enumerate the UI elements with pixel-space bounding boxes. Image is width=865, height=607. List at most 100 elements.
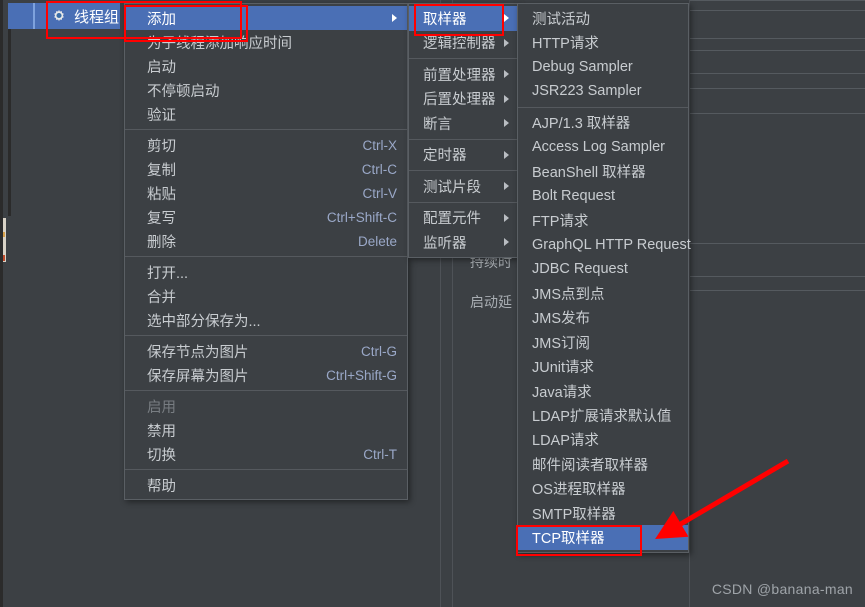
menu-item[interactable]: 前置处理器 [409, 62, 517, 87]
menu-item-label: 验证 [147, 107, 176, 124]
menu-item[interactable]: 断言 [409, 111, 517, 136]
menu-item[interactable]: Access Log Sampler [518, 135, 688, 159]
menu-item[interactable]: Bolt Request [518, 184, 688, 208]
chevron-right-icon [504, 119, 509, 128]
menu-item[interactable]: 删除 Delete [125, 229, 407, 253]
menu-item-shortcut: Ctrl+Shift-C [326, 209, 397, 225]
menu-item[interactable]: HTTP请求 [518, 30, 688, 54]
watermark: CSDN @banana-man [711, 581, 853, 597]
menu-item[interactable]: 邮件阅读者取样器 [518, 452, 688, 476]
menu-item[interactable]: 逻辑控制器 [409, 31, 517, 56]
menu-item[interactable]: SMTP取样器 [518, 501, 688, 525]
menu-item-label: 剪切 [147, 138, 176, 155]
bg-field-row-3 [690, 50, 865, 74]
sampler-submenu[interactable]: 测试活动 HTTP请求 Debug Sampler JSR223 Sampler AJP… [517, 3, 691, 553]
menu-item-label: 帮助 [147, 478, 176, 495]
tree-node-thread-group[interactable]: 线程组 [50, 6, 119, 27]
menu-item-shortcut: Ctrl-C [361, 161, 397, 177]
menu-item[interactable]: 启动 [125, 54, 407, 78]
menu-item[interactable]: 定时器 [409, 143, 517, 168]
menu-item[interactable]: Java请求 [518, 379, 688, 403]
menu-item-label: 启动 [147, 59, 176, 76]
menu-item-label: 取样器 [423, 11, 467, 28]
menu-item[interactable]: Debug Sampler [518, 55, 688, 79]
menu-item[interactable]: 选中部分保存为... [125, 308, 407, 332]
menu-item[interactable]: 帮助 [125, 473, 407, 497]
menu-item-label: BeanShell 取样器 [532, 165, 646, 182]
menu-item[interactable]: 切换 Ctrl-T [125, 442, 407, 466]
menu-item-label: 配置元件 [423, 211, 481, 228]
menu-item-label: 合并 [147, 289, 176, 306]
menu-item[interactable]: 保存节点为图片 Ctrl-G [125, 339, 407, 363]
chevron-right-icon [504, 14, 509, 23]
tree-panel-edge [8, 16, 11, 216]
menu-item-label: 监听器 [423, 235, 467, 252]
menu-item-label: 后置处理器 [423, 92, 496, 109]
bg-label-startup-delay: 启动延 [470, 294, 512, 310]
menu-item-label: 不停顿启动 [147, 83, 220, 100]
menu-item-label: 保存节点为图片 [147, 344, 249, 361]
menu-item[interactable]: 测试活动 [518, 6, 688, 30]
menu-item[interactable]: 取样器 [409, 6, 517, 31]
menu-item[interactable]: 禁用 [125, 418, 407, 442]
gear-icon [50, 8, 68, 26]
menu-item[interactable]: JUnit请求 [518, 354, 688, 378]
bg-field-row-9 [690, 290, 865, 321]
bg-field-row-1 [690, 10, 865, 39]
bg-field-row-7 [690, 243, 865, 277]
menu-item[interactable]: 合并 [125, 284, 407, 308]
menu-item-label: JSR223 Sampler [532, 83, 642, 100]
menu-item[interactable]: AJP/1.3 取样器 [518, 111, 688, 135]
bg-field-row-5 [690, 88, 865, 114]
menu-item[interactable]: JMS点到点 [518, 281, 688, 305]
context-menu[interactable]: 添加为子线程添加响应时间启动不停顿启动验证剪切 Ctrl-X 复制 Ctrl-C 粘贴 C… [124, 3, 408, 500]
chevron-right-icon [504, 213, 509, 222]
menu-item-label: JMS发布 [532, 311, 590, 328]
menu-item[interactable]: 配置元件 [409, 206, 517, 231]
menu-item[interactable]: 保存屏幕为图片 Ctrl+Shift-G [125, 363, 407, 387]
add-submenu[interactable]: 取样器逻辑控制器前置处理器后置处理器断言定时器测试片段配置元件监听器 [408, 3, 518, 258]
chevron-right-icon [504, 238, 509, 247]
menu-item[interactable]: OS进程取样器 [518, 476, 688, 500]
chevron-right-icon [504, 70, 509, 79]
menu-item[interactable]: FTP请求 [518, 208, 688, 232]
menu-item-label: SMTP取样器 [532, 506, 616, 523]
menu-item-label: LDAP扩展请求默认值 [532, 408, 672, 425]
menu-item-shortcut: Delete [357, 233, 397, 249]
menu-item-label: 打开... [147, 265, 189, 282]
menu-item-label: 逻辑控制器 [423, 36, 496, 53]
menu-item[interactable]: 验证 [125, 102, 407, 126]
menu-item[interactable]: 不停顿启动 [125, 78, 407, 102]
menu-separator [409, 138, 517, 140]
menu-item[interactable]: 测试片段 [409, 174, 517, 199]
menu-item[interactable]: TCP取样器 [518, 525, 688, 550]
menu-item[interactable]: 复写 Ctrl+Shift-C [125, 205, 407, 229]
menu-item[interactable]: 打开... [125, 260, 407, 284]
menu-item-label: 定时器 [423, 148, 467, 165]
menu-item[interactable]: JDBC Request [518, 257, 688, 281]
menu-separator [518, 106, 688, 108]
menu-item-label: GraphQL HTTP Request [532, 236, 691, 253]
menu-item[interactable]: 粘贴 Ctrl-V [125, 181, 407, 205]
menu-item-label: 测试片段 [423, 179, 481, 196]
menu-item[interactable]: LDAP请求 [518, 428, 688, 452]
menu-item[interactable]: JSR223 Sampler [518, 79, 688, 103]
menu-item-label: AJP/1.3 取样器 [532, 116, 631, 133]
chevron-right-icon [504, 38, 509, 47]
chevron-right-icon [504, 150, 509, 159]
menu-item-label: Java请求 [532, 384, 592, 401]
menu-item[interactable]: 复制 Ctrl-C [125, 157, 407, 181]
menu-item[interactable]: JMS发布 [518, 306, 688, 330]
menu-item[interactable]: JMS订阅 [518, 330, 688, 354]
menu-item[interactable]: GraphQL HTTP Request [518, 233, 691, 257]
menu-item[interactable]: 监听器 [409, 230, 517, 255]
menu-item-label: Bolt Request [532, 187, 616, 204]
menu-item[interactable]: BeanShell 取样器 [518, 159, 688, 183]
menu-item[interactable]: LDAP扩展请求默认值 [518, 403, 688, 427]
menu-item[interactable]: 添加 [125, 6, 407, 30]
menu-item-label: 添加 [147, 11, 176, 28]
menu-separator [125, 469, 407, 470]
menu-item[interactable]: 剪切 Ctrl-X [125, 133, 407, 157]
menu-item[interactable]: 为子线程添加响应时间 [125, 30, 407, 54]
menu-item[interactable]: 后置处理器 [409, 87, 517, 112]
